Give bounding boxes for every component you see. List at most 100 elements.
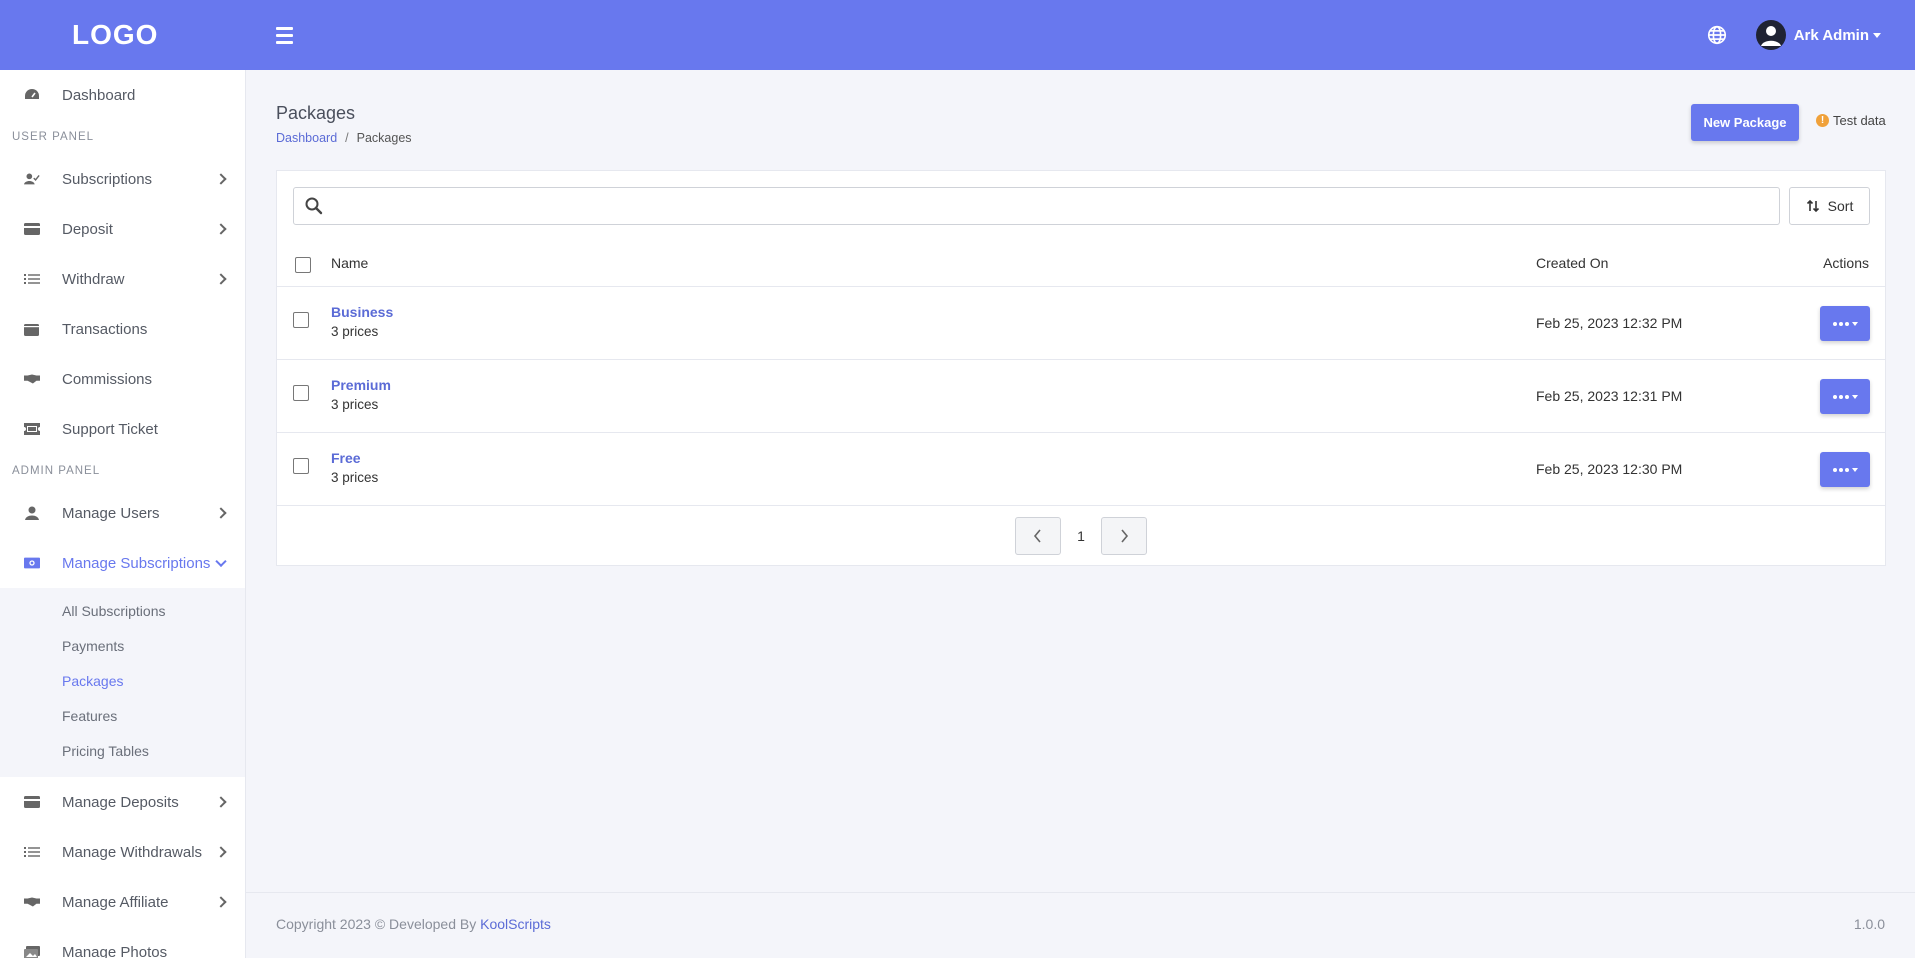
- row-actions-button[interactable]: [1820, 306, 1870, 341]
- submenu-item-payments[interactable]: Payments: [0, 629, 245, 664]
- search-input[interactable]: [324, 188, 1779, 224]
- credit-card-icon: [24, 221, 40, 237]
- pagination: 1: [277, 517, 1885, 555]
- ellipsis-icon: [1832, 467, 1849, 472]
- package-created-on: Feb 25, 2023 12:31 PM: [1536, 388, 1683, 404]
- ellipsis-icon: [1832, 394, 1849, 399]
- chevron-down-icon: [215, 555, 227, 568]
- table-row: Business 3 prices Feb 25, 2023 12:32 PM: [277, 287, 1885, 360]
- page-number[interactable]: 1: [1061, 528, 1101, 544]
- package-created-on: Feb 25, 2023 12:30 PM: [1536, 461, 1683, 477]
- submenu-item-pricing-tables[interactable]: Pricing Tables: [0, 734, 245, 769]
- section-title-user-panel: USER PANEL: [12, 131, 95, 143]
- ticket-icon: [24, 421, 40, 437]
- sidebar-item-label: Withdraw: [62, 270, 125, 288]
- row-checkbox[interactable]: [293, 458, 309, 474]
- list-icon: [24, 844, 40, 860]
- sidebar-item-label: Manage Affiliate: [62, 893, 169, 911]
- table-row: Premium 3 prices Feb 25, 2023 12:31 PM: [277, 360, 1885, 433]
- search-box: [293, 187, 1780, 225]
- sidebar-item-withdraw[interactable]: Withdraw: [0, 254, 245, 304]
- sidebar-item-deposit[interactable]: Deposit: [0, 204, 245, 254]
- sidebar-item-label: Transactions: [62, 320, 148, 338]
- package-created-on: Feb 25, 2023 12:32 PM: [1536, 315, 1683, 331]
- sidebar-item-label: Support Ticket: [62, 420, 158, 438]
- packages-card: Sort Name Created On Actions Business 3 …: [276, 170, 1886, 566]
- row-checkbox[interactable]: [293, 385, 309, 401]
- chevron-right-icon: [215, 273, 227, 285]
- chevron-right-icon: [215, 846, 227, 858]
- chevron-right-icon: [215, 796, 227, 808]
- chevron-right-icon: [215, 507, 227, 519]
- sidebar-item-manage-users[interactable]: Manage Users: [0, 488, 245, 538]
- caret-down-icon: [1851, 394, 1858, 399]
- developer-link[interactable]: KoolScripts: [480, 916, 551, 932]
- new-package-button[interactable]: New Package: [1691, 104, 1799, 141]
- handshake-icon: [24, 894, 40, 910]
- search-icon: [305, 197, 323, 215]
- package-name-link[interactable]: Free: [331, 450, 361, 466]
- test-data-label: Test data: [1833, 113, 1886, 128]
- sidebar-item-commissions[interactable]: Commissions: [0, 354, 245, 404]
- caret-down-icon: [1851, 321, 1858, 326]
- globe-icon[interactable]: [1706, 24, 1728, 46]
- sidebar-item-transactions[interactable]: Transactions: [0, 304, 245, 354]
- caret-down-icon: [1873, 33, 1881, 39]
- caret-down-icon: [1851, 467, 1858, 472]
- sort-arrows-icon: [1806, 199, 1819, 213]
- sidebar-item-manage-affiliate[interactable]: Manage Affiliate: [0, 877, 245, 927]
- column-header-name[interactable]: Name: [331, 255, 368, 271]
- previous-page-button[interactable]: [1015, 517, 1061, 555]
- row-actions-button[interactable]: [1820, 379, 1870, 414]
- copyright-text: Copyright 2023 © Developed By: [276, 916, 481, 932]
- sidebar-item-manage-deposits[interactable]: Manage Deposits: [0, 777, 245, 827]
- sidebar-item-manage-subscriptions[interactable]: Manage Subscriptions: [0, 538, 245, 588]
- list-icon: [24, 271, 40, 287]
- breadcrumb-separator: /: [345, 131, 349, 145]
- handshake-icon: [24, 371, 40, 387]
- sidebar-item-subscriptions[interactable]: Subscriptions: [0, 154, 245, 204]
- user-name: Ark Admin: [1793, 26, 1869, 44]
- column-header-created-on[interactable]: Created On: [1536, 255, 1608, 271]
- submenu-item-all-subscriptions[interactable]: All Subscriptions: [0, 594, 245, 629]
- package-name-link[interactable]: Business: [331, 304, 393, 320]
- sidebar-item-label: Manage Subscriptions: [62, 554, 211, 572]
- chevron-right-icon: [215, 223, 227, 235]
- sort-label: Sort: [1827, 198, 1854, 214]
- user-icon: [24, 505, 40, 521]
- user-check-icon: [24, 171, 40, 187]
- app-version: 1.0.0: [1853, 916, 1885, 932]
- row-actions-button[interactable]: [1820, 452, 1870, 487]
- submenu-item-features[interactable]: Features: [0, 699, 245, 734]
- sidebar-item-label: Manage Deposits: [62, 793, 179, 811]
- tachometer-icon: [24, 87, 40, 103]
- package-prices: 3 prices: [331, 397, 379, 412]
- logo[interactable]: LOGO: [0, 19, 246, 51]
- money-bill-icon: [24, 555, 40, 571]
- menu-toggle-icon[interactable]: [276, 23, 300, 47]
- chevron-right-icon: [215, 173, 227, 185]
- breadcrumb-link-dashboard[interactable]: Dashboard: [276, 131, 337, 145]
- copyright: Copyright 2023 © Developed By KoolScript…: [276, 916, 551, 932]
- sidebar-item-manage-photos[interactable]: Manage Photos: [0, 927, 245, 958]
- sidebar-item-label: Manage Photos: [62, 943, 168, 958]
- sidebar-item-dashboard[interactable]: Dashboard: [0, 70, 245, 120]
- user-menu[interactable]: Ark Admin: [1794, 27, 1881, 44]
- next-page-button[interactable]: [1101, 517, 1147, 555]
- row-checkbox[interactable]: [293, 312, 309, 328]
- images-icon: [24, 944, 40, 958]
- credit-card-icon: [24, 794, 40, 810]
- avatar[interactable]: [1755, 20, 1786, 50]
- package-name-link[interactable]: Premium: [331, 377, 391, 393]
- sidebar-item-support-ticket[interactable]: Support Ticket: [0, 404, 245, 454]
- sort-button[interactable]: Sort: [1789, 187, 1870, 225]
- select-all-checkbox[interactable]: [295, 257, 311, 273]
- sidebar-item-manage-withdrawals[interactable]: Manage Withdrawals: [0, 827, 245, 877]
- main-content: Packages Dashboard / Packages New Package …: [246, 70, 1915, 958]
- table-header: Name Created On Actions: [277, 241, 1885, 287]
- breadcrumb-current: Packages: [356, 131, 412, 145]
- submenu-item-packages[interactable]: Packages: [0, 664, 245, 699]
- sidebar-item-label: Dashboard: [62, 86, 136, 104]
- chevron-right-icon: [215, 896, 227, 908]
- top-navbar: LOGO Ark Admin: [0, 0, 1915, 70]
